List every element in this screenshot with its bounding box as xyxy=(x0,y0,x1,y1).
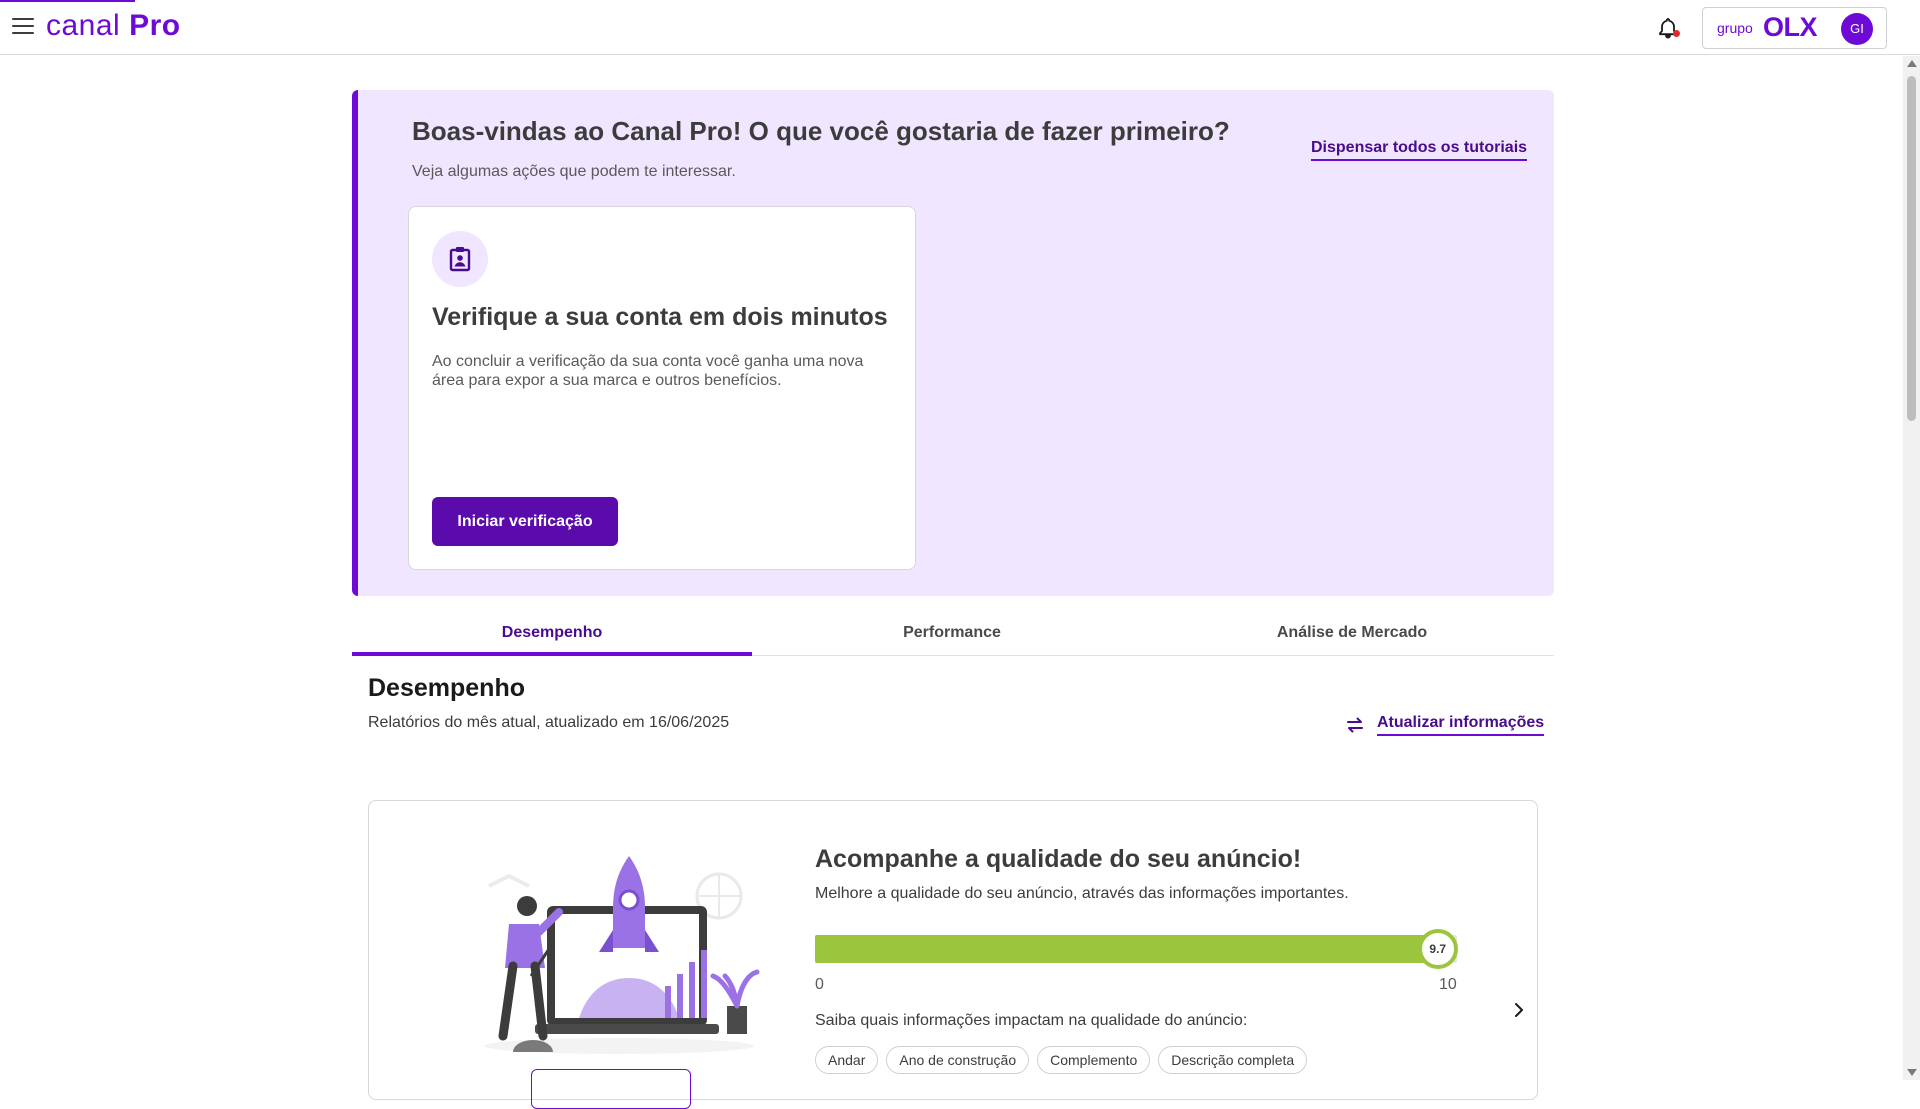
verify-account-card: Verifique a sua conta em dois minutos Ao… xyxy=(408,206,916,570)
tab-performance[interactable]: Performance xyxy=(752,610,1152,656)
scroll-up-arrow-icon[interactable] xyxy=(1907,60,1917,67)
verify-card-description: Ao concluir a verificação da sua conta v… xyxy=(432,353,864,389)
welcome-subtitle: Veja algumas ações que podem te interess… xyxy=(412,163,736,180)
quality-chip[interactable]: Ano de construção xyxy=(886,1046,1030,1074)
scroll-thumb[interactable] xyxy=(1907,76,1916,421)
quality-chip[interactable]: Andar xyxy=(815,1046,879,1074)
quality-chip[interactable]: Descrição completa xyxy=(1158,1046,1308,1074)
dashboard-tabs: Desempenho Performance Análise de Mercad… xyxy=(352,610,1554,656)
olx-logo: OLX xyxy=(1763,12,1818,42)
welcome-banner: Boas-vindas ao Canal Pro! O que você gos… xyxy=(352,90,1554,596)
tab-analise-de-mercado[interactable]: Análise de Mercado xyxy=(1152,610,1552,656)
canal-pro-logo[interactable]: canal Pro xyxy=(46,9,181,43)
illustration-action-button[interactable] xyxy=(531,1069,691,1109)
rocket-illustration xyxy=(484,856,760,1054)
dismiss-tutorials-link[interactable]: Dispensar todos os tutoriais xyxy=(1311,139,1528,161)
welcome-title: Boas-vindas ao Canal Pro! O que você gos… xyxy=(412,116,1230,146)
quality-chips: Andar Ano de construção Complemento Descriç… xyxy=(815,1046,1308,1074)
quality-hint: Saiba quais informações impactam na qual… xyxy=(815,1012,1248,1029)
start-verification-button[interactable]: Iniciar verificação xyxy=(432,497,618,546)
quality-scale-max: 10 xyxy=(1439,976,1457,993)
refresh-info-label: Atualizar informações xyxy=(1377,714,1545,736)
chevron-right-icon[interactable] xyxy=(1509,1000,1529,1020)
quality-score-bar: 9.7 xyxy=(815,929,1458,969)
brand-light-text: canal xyxy=(46,9,121,42)
performance-section-title: Desempenho xyxy=(368,674,525,702)
account-menu[interactable]: grupo OLX GI xyxy=(1702,7,1887,49)
top-bar: canal Pro grupo OLX GI xyxy=(0,0,1920,55)
tab-desempenho[interactable]: Desempenho xyxy=(352,610,752,656)
refresh-icon xyxy=(1347,717,1363,733)
quality-scale-min: 0 xyxy=(815,976,824,993)
verify-card-title: Verifique a sua conta em dois minutos xyxy=(432,303,888,331)
group-label: grupo xyxy=(1717,20,1753,36)
performance-section-subtitle: Relatórios do mês atual, atualizado em 1… xyxy=(368,714,730,731)
quality-title: Acompanhe a qualidade do seu anúncio! xyxy=(815,845,1302,873)
quality-chip[interactable]: Complemento xyxy=(1037,1046,1151,1074)
quality-score-knob: 9.7 xyxy=(1417,929,1458,969)
badge-icon xyxy=(432,231,488,287)
brand-bold-text: Pro xyxy=(129,9,181,42)
ad-quality-card: Acompanhe a qualidade do seu anúncio! Me… xyxy=(368,800,1538,1109)
quality-subtitle: Melhore a qualidade do seu anúncio, atra… xyxy=(815,885,1349,902)
notification-dot xyxy=(1673,30,1680,37)
avatar[interactable]: GI xyxy=(1841,13,1873,45)
scroll-down-arrow-icon[interactable] xyxy=(1907,1069,1917,1076)
quality-score-fill xyxy=(815,935,1438,963)
loading-progress-bar xyxy=(0,0,135,2)
hamburger-icon[interactable] xyxy=(12,18,34,36)
vertical-scrollbar[interactable] xyxy=(1903,56,1920,1080)
bell-icon[interactable] xyxy=(1656,16,1680,40)
